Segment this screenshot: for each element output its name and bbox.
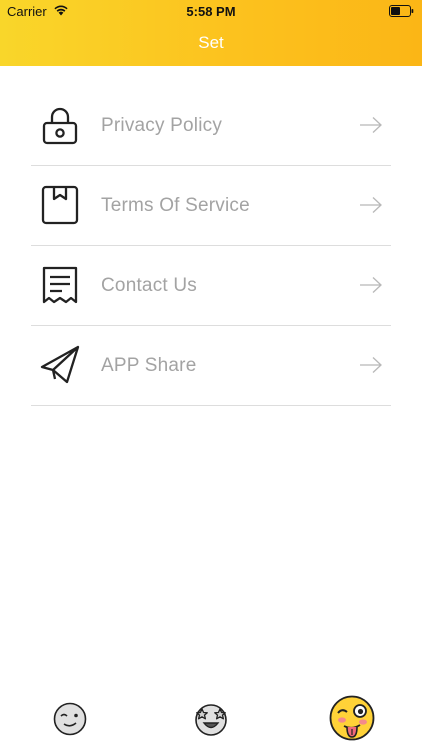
menu-item-label: Contact Us <box>101 275 197 296</box>
arrow-right-icon <box>360 277 382 293</box>
tab-settings[interactable] <box>328 694 376 742</box>
status-time: 5:58 PM <box>186 4 236 19</box>
tab-home[interactable] <box>53 702 87 736</box>
receipt-icon <box>42 266 78 304</box>
menu-item-contact-us[interactable]: Contact Us <box>31 246 391 326</box>
menu-item-app-share[interactable]: APP Share <box>31 326 391 406</box>
menu-item-label: Terms Of Service <box>101 195 250 216</box>
winking-face-icon <box>53 702 87 736</box>
tab-bar <box>0 680 422 750</box>
tab-favorites[interactable] <box>193 702 229 736</box>
bookmark-box-icon <box>41 185 79 225</box>
arrow-right-icon <box>360 197 382 213</box>
page-title: Set <box>198 33 224 52</box>
star-struck-face-icon <box>195 704 227 736</box>
arrow-right-icon <box>360 357 382 373</box>
nav-header: Carrier 5:58 PM Set <box>0 0 422 66</box>
menu-item-terms-of-service[interactable]: Terms Of Service <box>31 166 391 246</box>
battery-icon <box>389 5 414 17</box>
status-bar: Carrier 5:58 PM <box>0 0 422 22</box>
menu-item-privacy-policy[interactable]: Privacy Policy <box>31 86 391 166</box>
menu-item-label: Privacy Policy <box>101 115 223 136</box>
settings-menu: Privacy Policy Terms Of Service Contact … <box>31 86 391 406</box>
paper-plane-icon <box>40 345 80 384</box>
arrow-right-icon <box>360 117 382 133</box>
lock-icon <box>42 107 78 145</box>
tongue-wink-face-icon <box>329 695 375 741</box>
menu-item-label: APP Share <box>101 355 197 376</box>
